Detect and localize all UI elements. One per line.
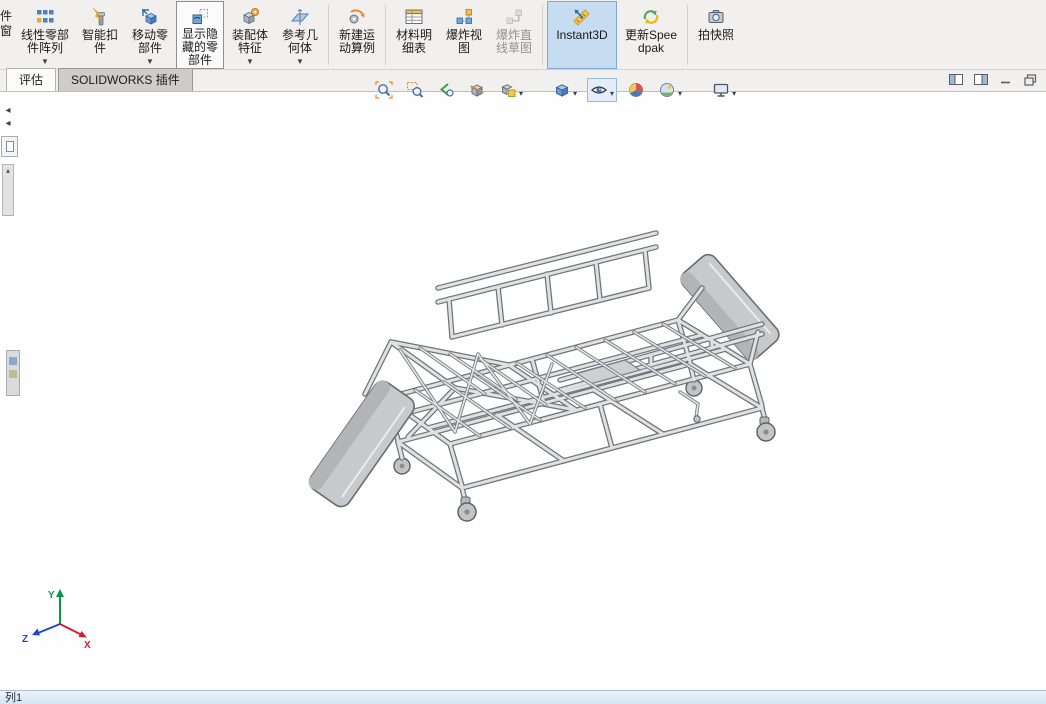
tab-label: 评估 — [19, 73, 44, 87]
dropdown-caret-icon[interactable]: ▼ — [146, 57, 154, 66]
tab-solidworks-addins[interactable]: SOLIDWORKS 插件 — [58, 68, 193, 91]
new-motion-study-icon — [346, 5, 368, 29]
bill-of-materials-icon — [403, 5, 425, 29]
status-bar-text: 列1 — [5, 691, 23, 704]
apply-scene-icon[interactable]: ▾ — [655, 78, 685, 102]
ribbon-button-exploded-view[interactable]: 爆炸视图 — [440, 1, 488, 69]
ribbon-button-reference-geometry[interactable]: 参考几何体 ▼ — [276, 1, 324, 69]
dropdown-caret-icon[interactable]: ▾ — [573, 89, 577, 98]
solidworks-window: 件 窗 线性零部件阵列 ▼ 智能扣件 移动零部件 ▼ 显示隐藏的零部件 装配体特… — [0, 0, 1046, 704]
hide-show-items-icon[interactable]: ▾ — [587, 78, 618, 102]
move-component-icon — [139, 5, 161, 29]
ribbon-button-label: 爆炸直线草图 — [495, 28, 532, 55]
show-hidden-components-icon — [189, 5, 211, 28]
linear-component-pattern-icon — [34, 5, 56, 29]
update-speedpak-icon — [640, 5, 662, 29]
ribbon-button-update-speedpak[interactable]: 更新Speedpak — [619, 1, 683, 69]
y-axis-label: Y — [48, 590, 55, 601]
ribbon-separator — [542, 5, 543, 65]
section-view-icon[interactable] — [465, 78, 489, 102]
model-hospital-bed — [308, 92, 780, 522]
ribbon-button-clipped[interactable]: 件 窗 — [0, 1, 14, 69]
ribbon-button-explode-line-sketch[interactable]: 爆炸直线草图 — [490, 1, 538, 69]
ribbon-button-label: 拍快照 — [697, 28, 734, 42]
ribbon-button-label: 参考几何体 — [281, 28, 318, 55]
ribbon-button-smart-fasteners[interactable]: 智能扣件 — [76, 1, 124, 69]
head-board — [680, 253, 780, 361]
view-orientation-icon[interactable]: ▾ — [550, 78, 580, 102]
ribbon-button-label: 爆炸视图 — [445, 28, 482, 55]
ribbon-button-label: 移动零部件 — [131, 28, 168, 55]
dropdown-caret-icon[interactable]: ▼ — [246, 57, 254, 66]
minimize-window-icon[interactable] — [998, 73, 1013, 86]
ribbon-button-label: 显示隐藏的零部件 — [181, 27, 218, 67]
previous-view-icon[interactable] — [434, 78, 458, 102]
assembly-features-icon — [239, 5, 261, 29]
caster-wheel — [457, 416, 776, 522]
exploded-view-icon — [453, 5, 475, 29]
explode-line-sketch-icon — [503, 5, 525, 29]
restore-window-icon[interactable] — [1023, 73, 1038, 86]
ribbon-button-new-motion-study[interactable]: 新建运动算例 — [333, 1, 381, 69]
ribbon-separator — [385, 5, 386, 65]
crank-handle — [693, 415, 701, 423]
dropdown-caret-icon[interactable]: ▾ — [610, 89, 614, 98]
reference-triad: Y X Z — [22, 589, 91, 651]
dropdown-caret-icon[interactable]: ▾ — [732, 89, 736, 98]
edit-appearance-icon[interactable] — [624, 78, 648, 102]
x-axis-label: X — [84, 640, 91, 651]
ribbon-button-label: 线性零部件阵列 — [20, 28, 69, 55]
ribbon-button-label: 更新Speedpak — [624, 28, 678, 55]
tab-label: SOLIDWORKS 插件 — [71, 73, 180, 87]
dropdown-caret-icon[interactable]: ▼ — [296, 57, 304, 66]
tab-evaluate[interactable]: 评估 — [6, 68, 57, 91]
ribbon-button-move-component[interactable]: 移动零部件 ▼ — [126, 1, 174, 69]
ribbon-separator — [328, 5, 329, 65]
heads-up-view-toolbar: ▾ ▾ ▾ ▾ ▾ — [372, 77, 739, 103]
swap-pane-icon[interactable] — [973, 73, 988, 86]
dropdown-caret-icon[interactable]: ▾ — [678, 89, 682, 98]
smart-fasteners-icon — [89, 5, 111, 29]
ribbon-button-bill-of-materials[interactable]: 材料明细表 — [390, 1, 438, 69]
reference-geometry-icon — [289, 5, 311, 29]
take-snapshot-icon — [705, 5, 727, 29]
view-settings-icon[interactable]: ▾ — [709, 78, 739, 102]
y-axis-arrow — [56, 589, 64, 597]
dropdown-caret-icon[interactable]: ▼ — [41, 57, 49, 66]
ribbon-button-instant3d[interactable]: Instant3D — [547, 1, 617, 69]
instant3d-icon — [571, 5, 593, 29]
dropdown-caret-icon[interactable]: ▾ — [519, 89, 523, 98]
ribbon-button-take-snapshot[interactable]: 拍快照 — [692, 1, 740, 69]
ribbon-button-label: 智能扣件 — [81, 28, 118, 55]
z-axis-label: Z — [22, 634, 28, 645]
annotation-views-icon[interactable]: ▾ — [496, 78, 526, 102]
ribbon-separator — [687, 5, 688, 65]
ribbon-button-assembly-features[interactable]: 装配体特征 ▼ — [226, 1, 274, 69]
ribbon-button-show-hidden-components[interactable]: 显示隐藏的零部件 — [176, 1, 224, 69]
ribbon-button-label: 装配体特征 — [231, 28, 268, 55]
ribbon-button-label: Instant3D — [556, 28, 608, 42]
zoom-to-area-icon[interactable] — [403, 78, 427, 102]
ribbon-button-label: 新建运动算例 — [338, 28, 375, 55]
split-pane-icon[interactable] — [948, 73, 963, 86]
graphics-area[interactable]: ▾ ▾ ▾ ▾ ▾ ◂ ◂ ▴ Y X Z — [0, 78, 1046, 690]
ribbon-button-linear-component-pattern[interactable]: 线性零部件阵列 ▼ — [16, 1, 74, 69]
status-bar: 列1 — [0, 690, 1046, 704]
command-manager-ribbon: 件 窗 线性零部件阵列 ▼ 智能扣件 移动零部件 ▼ 显示隐藏的零部件 装配体特… — [0, 0, 1046, 70]
clipped-label: 窗 — [0, 24, 13, 38]
ribbon-button-label: 材料明细表 — [395, 28, 432, 55]
clipped-label: 件 — [0, 9, 13, 23]
zoom-to-fit-icon[interactable] — [372, 78, 396, 102]
document-window-controls — [948, 73, 1038, 86]
